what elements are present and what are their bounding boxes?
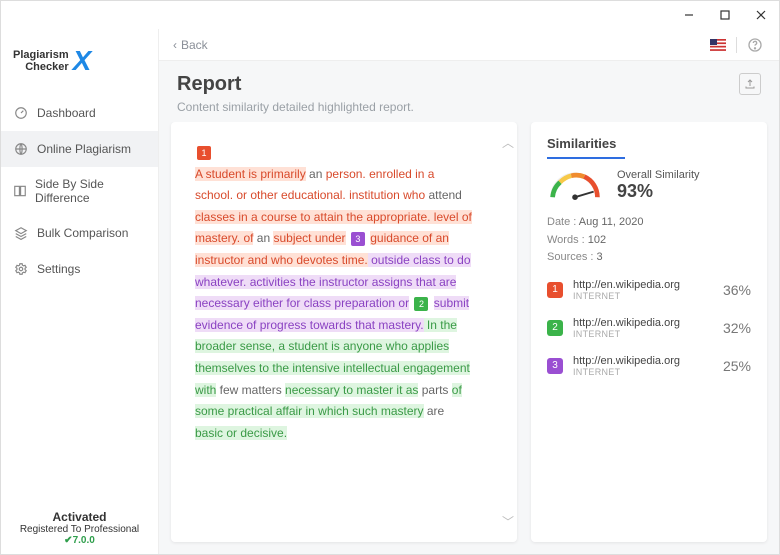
nav-label: Settings bbox=[37, 262, 80, 276]
logo-x-icon: X bbox=[73, 45, 92, 77]
page-subtitle: Content similarity detailed highlighted … bbox=[177, 100, 414, 114]
source-pct: 36% bbox=[723, 282, 751, 298]
app-window: Plagiarism Checker X Dashboard Online Pl… bbox=[0, 0, 780, 555]
nav-bulk-comparison[interactable]: Bulk Comparison bbox=[1, 215, 158, 251]
version-label: ✔7.0.0 bbox=[9, 535, 150, 546]
nav-label: Dashboard bbox=[37, 106, 96, 120]
maximize-button[interactable] bbox=[711, 3, 739, 27]
overall-similarity-value: 93% bbox=[617, 181, 700, 202]
back-button[interactable]: ‹ Back bbox=[173, 38, 208, 52]
similarity-gauge bbox=[547, 171, 603, 201]
gauge-icon bbox=[13, 105, 29, 121]
source-url: http://en.wikipedia.org bbox=[573, 355, 713, 367]
scroll-controls: ︿ ﹀ bbox=[499, 122, 517, 542]
document-panel: 1 A student is primarily an person. enro… bbox=[171, 122, 517, 542]
main: ‹ Back Report Content similarity detaile… bbox=[159, 29, 779, 554]
nav-side-by-side[interactable]: Side By Side Difference bbox=[1, 167, 158, 215]
source-type: INTERNET bbox=[573, 367, 713, 377]
source-badge: 2 bbox=[547, 320, 563, 336]
content: Plagiarism Checker X Dashboard Online Pl… bbox=[1, 29, 779, 554]
nav-online-plagiarism[interactable]: Online Plagiarism bbox=[1, 131, 158, 167]
titlebar bbox=[1, 1, 779, 29]
back-label: Back bbox=[181, 38, 208, 52]
source-type: INTERNET bbox=[573, 291, 713, 301]
source-badge-3: 3 bbox=[351, 232, 365, 246]
highlighted-text: 1 A student is primarily an person. enro… bbox=[171, 122, 499, 542]
nav: Dashboard Online Plagiarism Side By Side… bbox=[1, 95, 158, 502]
source-badge: 1 bbox=[547, 282, 563, 298]
stack-icon bbox=[13, 225, 29, 241]
similarities-panel: Similarities bbox=[531, 122, 767, 542]
nav-label: Online Plagiarism bbox=[37, 142, 131, 156]
chevron-left-icon: ‹ bbox=[173, 38, 177, 52]
nav-label: Side By Side Difference bbox=[35, 177, 146, 205]
similarities-title: Similarities bbox=[547, 136, 625, 159]
source-badge-2: 2 bbox=[414, 297, 428, 311]
page-header: Report Content similarity detailed highl… bbox=[159, 61, 779, 122]
language-flag-icon[interactable] bbox=[708, 35, 728, 55]
page-title: Report bbox=[177, 73, 414, 96]
source-row[interactable]: 1 http://en.wikipedia.org INTERNET 36% bbox=[547, 279, 751, 301]
source-badge: 3 bbox=[547, 358, 563, 374]
source-pct: 25% bbox=[723, 358, 751, 374]
source-list: 1 http://en.wikipedia.org INTERNET 36% 2… bbox=[547, 279, 751, 377]
sidebar-footer: Activated Registered To Professional ✔7.… bbox=[1, 502, 158, 554]
report-body: 1 A student is primarily an person. enro… bbox=[159, 122, 779, 554]
gear-icon bbox=[13, 261, 29, 277]
activation-status: Activated bbox=[9, 510, 150, 524]
source-badge-1: 1 bbox=[197, 146, 211, 160]
columns-icon bbox=[13, 183, 27, 199]
source-row[interactable]: 2 http://en.wikipedia.org INTERNET 32% bbox=[547, 317, 751, 339]
nav-dashboard[interactable]: Dashboard bbox=[1, 95, 158, 131]
nav-label: Bulk Comparison bbox=[37, 226, 128, 240]
source-row[interactable]: 3 http://en.wikipedia.org INTERNET 25% bbox=[547, 355, 751, 377]
divider bbox=[736, 37, 737, 53]
registration-status: Registered To Professional bbox=[9, 524, 150, 535]
chevron-up-icon[interactable]: ︿ bbox=[502, 134, 514, 151]
logo-line1: Plagiarism bbox=[13, 49, 69, 61]
close-button[interactable] bbox=[747, 3, 775, 27]
topbar: ‹ Back bbox=[159, 29, 779, 61]
minimize-button[interactable] bbox=[675, 3, 703, 27]
source-pct: 32% bbox=[723, 320, 751, 336]
overall-similarity-label: Overall Similarity bbox=[617, 169, 700, 181]
source-type: INTERNET bbox=[573, 329, 713, 339]
nav-settings[interactable]: Settings bbox=[1, 251, 158, 287]
globe-icon bbox=[13, 141, 29, 157]
chevron-down-icon[interactable]: ﹀ bbox=[502, 513, 514, 530]
app-logo: Plagiarism Checker X bbox=[1, 29, 158, 95]
help-icon[interactable] bbox=[745, 35, 765, 55]
logo-line2: Checker bbox=[13, 61, 69, 73]
export-icon[interactable] bbox=[739, 73, 761, 95]
source-url: http://en.wikipedia.org bbox=[573, 279, 713, 291]
source-url: http://en.wikipedia.org bbox=[573, 317, 713, 329]
sidebar: Plagiarism Checker X Dashboard Online Pl… bbox=[1, 29, 159, 554]
report-meta: Date : Aug 11, 2020 Words : 102 Sources … bbox=[547, 214, 751, 267]
